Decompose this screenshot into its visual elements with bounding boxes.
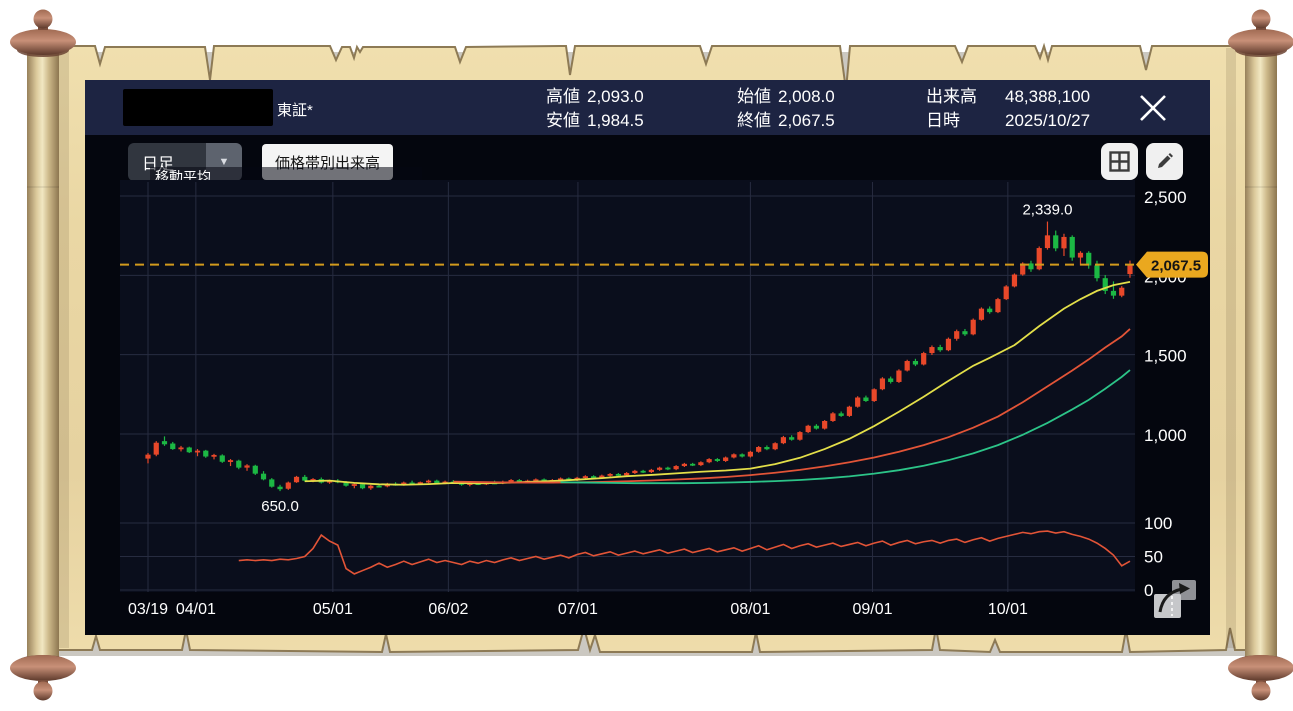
svg-text:09/01: 09/01 (853, 601, 893, 618)
stat-label: 安値 (546, 111, 580, 130)
svg-text:03/19: 03/19 (128, 601, 168, 618)
svg-text:06/02: 06/02 (428, 601, 468, 618)
stat-label: 始値 (737, 87, 771, 106)
roller-cap-top-right (1228, 29, 1293, 55)
stat-col-high-low: 高値 2,093.0 安値 1,984.5 (546, 85, 644, 133)
stat-value-open: 2,008.0 (778, 87, 835, 106)
page-root: { "header": { "exchange_label": "東証*", "… (0, 0, 1293, 711)
exchange-label: 東証* (277, 102, 313, 119)
svg-text:10/01: 10/01 (988, 601, 1028, 618)
stat-label: 高値 (546, 87, 580, 106)
svg-text:08/01: 08/01 (730, 601, 770, 618)
svg-text:05/01: 05/01 (313, 601, 353, 618)
stat-col-open-close: 始値 2,008.0 終値 2,067.5 (737, 85, 835, 133)
svg-text:50: 50 (1144, 548, 1163, 567)
svg-text:07/01: 07/01 (558, 601, 598, 618)
stat-col-volume-date: 出来高 48,388,100 日時 2025/10/27 (926, 85, 1090, 133)
stat-value-close: 2,067.5 (778, 111, 835, 130)
stat-value-high: 2,093.0 (587, 87, 644, 106)
stat-label: 日時 (926, 111, 960, 130)
svg-text:650.0: 650.0 (261, 498, 299, 515)
stat-value-volume: 48,388,100 (1005, 87, 1091, 106)
svg-text:1,500: 1,500 (1144, 347, 1187, 366)
stock-chart-app: 東証* 高値 2,093.0 安値 1,984.5 始値 2,008.0 終値 2,06… (85, 80, 1210, 635)
stat-value-low: 1,984.5 (587, 111, 644, 130)
roller-knob-top-left (33, 9, 53, 29)
close-icon[interactable] (1133, 88, 1173, 128)
roller-knob-bottom-right (1251, 681, 1271, 701)
svg-text:100: 100 (1144, 514, 1172, 533)
share-export-icon[interactable] (1152, 578, 1198, 620)
roller-cap-top-left (10, 29, 76, 55)
svg-text:2,067.5: 2,067.5 (1151, 258, 1201, 275)
stat-value-date: 2025/10/27 (1005, 111, 1091, 130)
candlestick-chart[interactable]: 2,5002,0001,5001,00010050003/1904/0105/0… (85, 135, 1210, 635)
stat-label: 出来高 (926, 87, 977, 106)
svg-text:04/01: 04/01 (176, 601, 216, 618)
redacted-symbol-name (123, 89, 273, 126)
svg-text:1,000: 1,000 (1144, 426, 1187, 445)
svg-text:2,339.0: 2,339.0 (1022, 202, 1072, 219)
quote-header: 東証* 高値 2,093.0 安値 1,984.5 始値 2,008.0 終値 2,06… (85, 80, 1210, 135)
stat-label: 終値 (737, 111, 771, 130)
last-price-tag: 2,067.5 (1136, 251, 1208, 278)
svg-text:2,500: 2,500 (1144, 188, 1187, 207)
roller-cap-bottom-left (10, 655, 76, 681)
roller-knob-bottom-left (33, 681, 53, 701)
roller-cap-bottom-right (1228, 655, 1293, 681)
roller-knob-top-right (1251, 9, 1271, 29)
